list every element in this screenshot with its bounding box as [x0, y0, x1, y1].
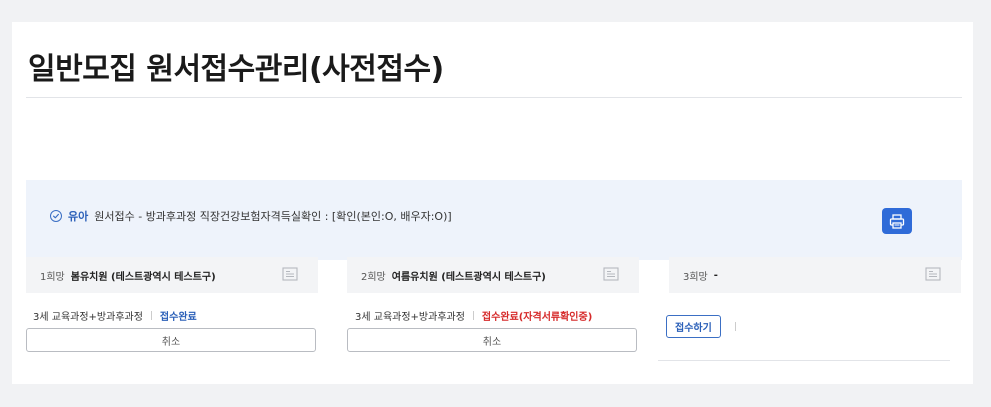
notice-box: 유아 원서접수 - 방과후과정 직장건강보험자격득실확인 : [확인(본인:O,… [26, 180, 962, 260]
document-icon[interactable] [282, 267, 298, 281]
choice-rank: 2희망 [361, 271, 386, 283]
separator [150, 311, 152, 320]
choice-3-header: 3희망 - [669, 257, 961, 293]
check-circle-icon [50, 210, 62, 222]
child-name: 유아 [68, 210, 89, 223]
notice-text: 원서접수 - 방과후과정 직장건강보험자격득실확인 : [확인(본인:O, 배우… [94, 210, 452, 223]
print-button[interactable] [882, 208, 912, 234]
status-badge: 접수완료 [159, 312, 197, 323]
course-name: 3세 교육과정+방과후과정 [33, 312, 143, 323]
kindergarten-name: 봄유치원 (테스트광역시 테스트구) [70, 271, 216, 283]
choice-2-status: 3세 교육과정+방과후과정 접수완료(자격서류확인중) [355, 308, 592, 323]
choice-2-header: 2희망 여름유치원 (테스트광역시 테스트구) [347, 257, 639, 293]
title-divider [26, 97, 962, 98]
notice-row: 유아 원서접수 - 방과후과정 직장건강보험자격득실확인 : [확인(본인:O,… [50, 208, 452, 224]
status-badge: 접수완료(자격서류확인중) [481, 312, 593, 323]
cancel-button[interactable]: 취소 [347, 328, 637, 352]
choice-1-status: 3세 교육과정+방과후과정 접수완료 [33, 308, 197, 323]
apply-button[interactable]: 접수하기 [666, 315, 721, 338]
page-title: 일반모집 원서접수관리(사전접수) [28, 52, 444, 87]
printer-icon [889, 213, 905, 229]
choice-rank: 3희망 [683, 271, 708, 283]
separator [472, 311, 474, 320]
kindergarten-name: 여름유치원 (테스트광역시 테스트구) [391, 271, 546, 283]
document-icon[interactable] [603, 267, 619, 281]
choice-3-divider [658, 360, 950, 361]
document-icon[interactable] [925, 267, 941, 281]
cancel-button[interactable]: 취소 [26, 328, 316, 352]
kindergarten-name: - [713, 269, 718, 281]
separator [735, 322, 736, 331]
choice-rank: 1희망 [40, 271, 65, 283]
course-name: 3세 교육과정+방과후과정 [355, 312, 465, 323]
choice-1-header: 1희망 봄유치원 (테스트광역시 테스트구) [26, 257, 318, 293]
